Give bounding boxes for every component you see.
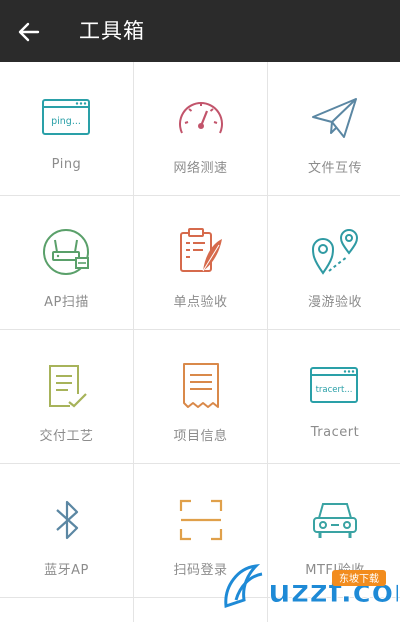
svg-text:ping...: ping... xyxy=(51,116,81,127)
app-bar: 工具箱 xyxy=(0,0,400,62)
page-title: 工具箱 xyxy=(79,19,145,43)
tool-label: Ping xyxy=(51,157,82,172)
back-button[interactable] xyxy=(14,17,44,47)
tool-ap-scan[interactable]: AP扫描 xyxy=(0,196,133,329)
tracert-window-icon: tracert... xyxy=(310,367,358,403)
uzzf-logo-icon: uzzf.com 东坡下载 xyxy=(224,564,400,611)
tool-label: AP扫描 xyxy=(44,295,89,310)
paper-plane-icon xyxy=(312,98,357,138)
tool-label: 蓝牙AP xyxy=(44,563,89,578)
tool-label: 文件互传 xyxy=(307,161,362,176)
tool-single-point-check[interactable]: 单点验收 xyxy=(134,196,267,329)
speedometer-icon xyxy=(178,102,223,134)
clipboard-feather-icon xyxy=(179,228,222,272)
tool-label: Tracert xyxy=(310,425,360,440)
tool-label: 网络测速 xyxy=(173,161,228,176)
grid-cell-empty xyxy=(0,598,133,622)
ping-window-icon: ping... xyxy=(41,99,90,135)
tool-grid: ping... Ping 网络测速 文件互传 AP扫描 单点验收 漫游验收 交付… xyxy=(0,62,400,622)
tool-bluetooth-ap[interactable]: 蓝牙AP xyxy=(0,464,133,597)
svg-text:tracert...: tracert... xyxy=(316,385,353,395)
svg-text:东坡下载: 东坡下载 xyxy=(339,572,379,585)
tool-speed-test[interactable]: 网络测速 xyxy=(134,62,267,195)
tool-label: 单点验收 xyxy=(173,295,228,310)
back-arrow-icon xyxy=(18,22,40,42)
tool-roaming-check[interactable]: 漫游验收 xyxy=(268,196,400,329)
car-icon xyxy=(313,503,357,538)
site-watermark: uzzf.com 东坡下载 xyxy=(220,556,400,620)
tool-ping[interactable]: ping... Ping xyxy=(0,62,133,195)
checklist-doc-icon xyxy=(48,365,87,408)
tool-delivery-process[interactable]: 交付工艺 xyxy=(0,330,133,463)
tool-label: 漫游验收 xyxy=(307,295,362,310)
tool-tracert[interactable]: tracert... Tracert xyxy=(268,330,400,463)
tool-project-info[interactable]: 项目信息 xyxy=(134,330,267,463)
bluetooth-icon xyxy=(55,500,78,540)
router-scan-icon xyxy=(42,229,89,275)
tool-file-transfer[interactable]: 文件互传 xyxy=(268,62,400,195)
tool-label: 交付工艺 xyxy=(39,429,94,444)
location-pins-icon xyxy=(311,229,359,275)
tool-label: 项目信息 xyxy=(173,429,228,444)
scan-frame-icon xyxy=(179,499,222,541)
receipt-doc-icon xyxy=(182,363,219,408)
